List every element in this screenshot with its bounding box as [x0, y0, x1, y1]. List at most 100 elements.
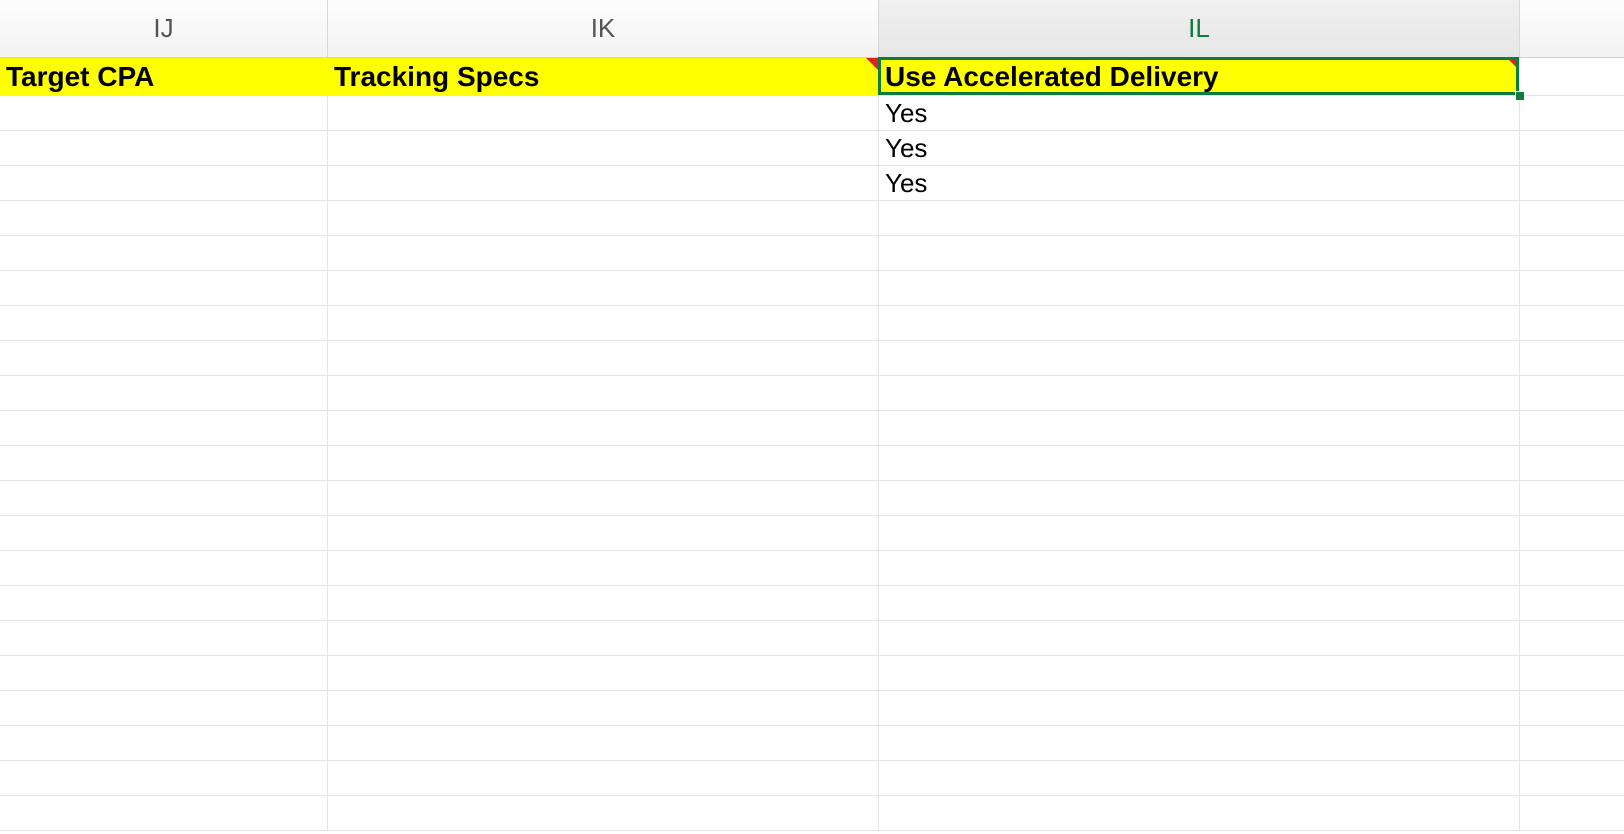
cell-rest[interactable]	[1520, 796, 1624, 830]
cell[interactable]	[0, 481, 328, 515]
fill-handle[interactable]	[1515, 91, 1525, 101]
cell[interactable]	[0, 271, 328, 305]
cell[interactable]	[0, 586, 328, 620]
cell-rest[interactable]	[1520, 621, 1624, 655]
cell-rest[interactable]	[1520, 726, 1624, 760]
table-row	[0, 621, 1624, 656]
cell-rest[interactable]	[1520, 166, 1624, 200]
column-header-ij[interactable]: IJ	[0, 0, 328, 57]
cell[interactable]	[0, 621, 328, 655]
cell[interactable]	[328, 551, 879, 585]
cell[interactable]	[0, 726, 328, 760]
comment-indicator-icon[interactable]	[866, 58, 878, 70]
cell[interactable]	[328, 236, 879, 270]
cell[interactable]	[879, 586, 1520, 620]
cell[interactable]	[328, 376, 879, 410]
cell[interactable]	[328, 586, 879, 620]
cell[interactable]	[879, 796, 1520, 830]
cell-rest[interactable]	[1520, 411, 1624, 445]
cell[interactable]	[0, 376, 328, 410]
cell[interactable]	[0, 551, 328, 585]
header-cell-tracking-specs[interactable]: Tracking Specs	[328, 58, 879, 95]
cell[interactable]	[328, 306, 879, 340]
cell[interactable]	[879, 411, 1520, 445]
cell[interactable]	[879, 376, 1520, 410]
cell[interactable]	[0, 796, 328, 830]
cell[interactable]	[879, 481, 1520, 515]
cell-rest[interactable]	[1520, 586, 1624, 620]
cell-rest[interactable]	[1520, 446, 1624, 480]
cell[interactable]	[0, 131, 328, 165]
cell-rest[interactable]	[1520, 691, 1624, 725]
header-cell-target-cpa[interactable]: Target CPA	[0, 58, 328, 95]
column-header-rest[interactable]	[1520, 0, 1624, 57]
cell[interactable]	[328, 131, 879, 165]
cell[interactable]	[328, 516, 879, 550]
cell-rest[interactable]	[1520, 201, 1624, 235]
column-header-ik[interactable]: IK	[328, 0, 879, 57]
cell[interactable]	[328, 166, 879, 200]
cell[interactable]	[328, 691, 879, 725]
cell-rest[interactable]	[1520, 761, 1624, 795]
cell[interactable]	[0, 166, 328, 200]
cell[interactable]	[0, 411, 328, 445]
cell[interactable]	[879, 341, 1520, 375]
cell[interactable]	[328, 481, 879, 515]
cell-rest[interactable]	[1520, 271, 1624, 305]
cell-rest[interactable]	[1520, 131, 1624, 165]
comment-indicator-icon[interactable]	[1507, 58, 1519, 70]
header-text: Use Accelerated Delivery	[885, 61, 1219, 93]
column-header-il[interactable]: IL	[879, 0, 1520, 57]
cell[interactable]	[0, 761, 328, 795]
cell[interactable]	[879, 726, 1520, 760]
cell[interactable]	[0, 201, 328, 235]
cell[interactable]	[879, 201, 1520, 235]
cell[interactable]	[328, 341, 879, 375]
cell[interactable]	[328, 621, 879, 655]
cell-rest[interactable]	[1520, 656, 1624, 690]
cell[interactable]	[879, 551, 1520, 585]
cell-rest[interactable]	[1520, 551, 1624, 585]
cell[interactable]	[328, 411, 879, 445]
cell[interactable]	[0, 656, 328, 690]
cell[interactable]	[0, 96, 328, 130]
cell[interactable]	[879, 516, 1520, 550]
cell[interactable]: Yes	[879, 166, 1520, 200]
cell-rest[interactable]	[1520, 236, 1624, 270]
cell[interactable]	[328, 96, 879, 130]
cell[interactable]	[328, 656, 879, 690]
cell-rest[interactable]	[1520, 376, 1624, 410]
cell[interactable]	[328, 201, 879, 235]
cell[interactable]: Yes	[879, 96, 1520, 130]
cell-value: Yes	[885, 168, 927, 199]
cell[interactable]	[328, 761, 879, 795]
cell[interactable]	[879, 446, 1520, 480]
cell[interactable]	[0, 236, 328, 270]
cell[interactable]	[0, 306, 328, 340]
cell[interactable]	[328, 446, 879, 480]
cell[interactable]	[879, 761, 1520, 795]
cell[interactable]	[879, 691, 1520, 725]
cell[interactable]	[879, 271, 1520, 305]
cell[interactable]	[0, 516, 328, 550]
cell-rest[interactable]	[1520, 341, 1624, 375]
cell[interactable]	[879, 656, 1520, 690]
cell-rest[interactable]	[1520, 516, 1624, 550]
cell[interactable]	[879, 236, 1520, 270]
cell-rest[interactable]	[1520, 96, 1624, 130]
table-row	[0, 236, 1624, 271]
cell[interactable]	[879, 621, 1520, 655]
cell[interactable]: Yes	[879, 131, 1520, 165]
cell[interactable]	[328, 726, 879, 760]
table-row	[0, 271, 1624, 306]
cell-rest[interactable]	[1520, 481, 1624, 515]
cell[interactable]	[0, 341, 328, 375]
header-cell-use-accelerated-delivery[interactable]: Use Accelerated Delivery	[879, 58, 1520, 95]
cell[interactable]	[0, 446, 328, 480]
cell[interactable]	[0, 691, 328, 725]
cell[interactable]	[328, 271, 879, 305]
cell[interactable]	[328, 796, 879, 830]
cell-rest[interactable]	[1520, 58, 1624, 95]
cell[interactable]	[879, 306, 1520, 340]
cell-rest[interactable]	[1520, 306, 1624, 340]
